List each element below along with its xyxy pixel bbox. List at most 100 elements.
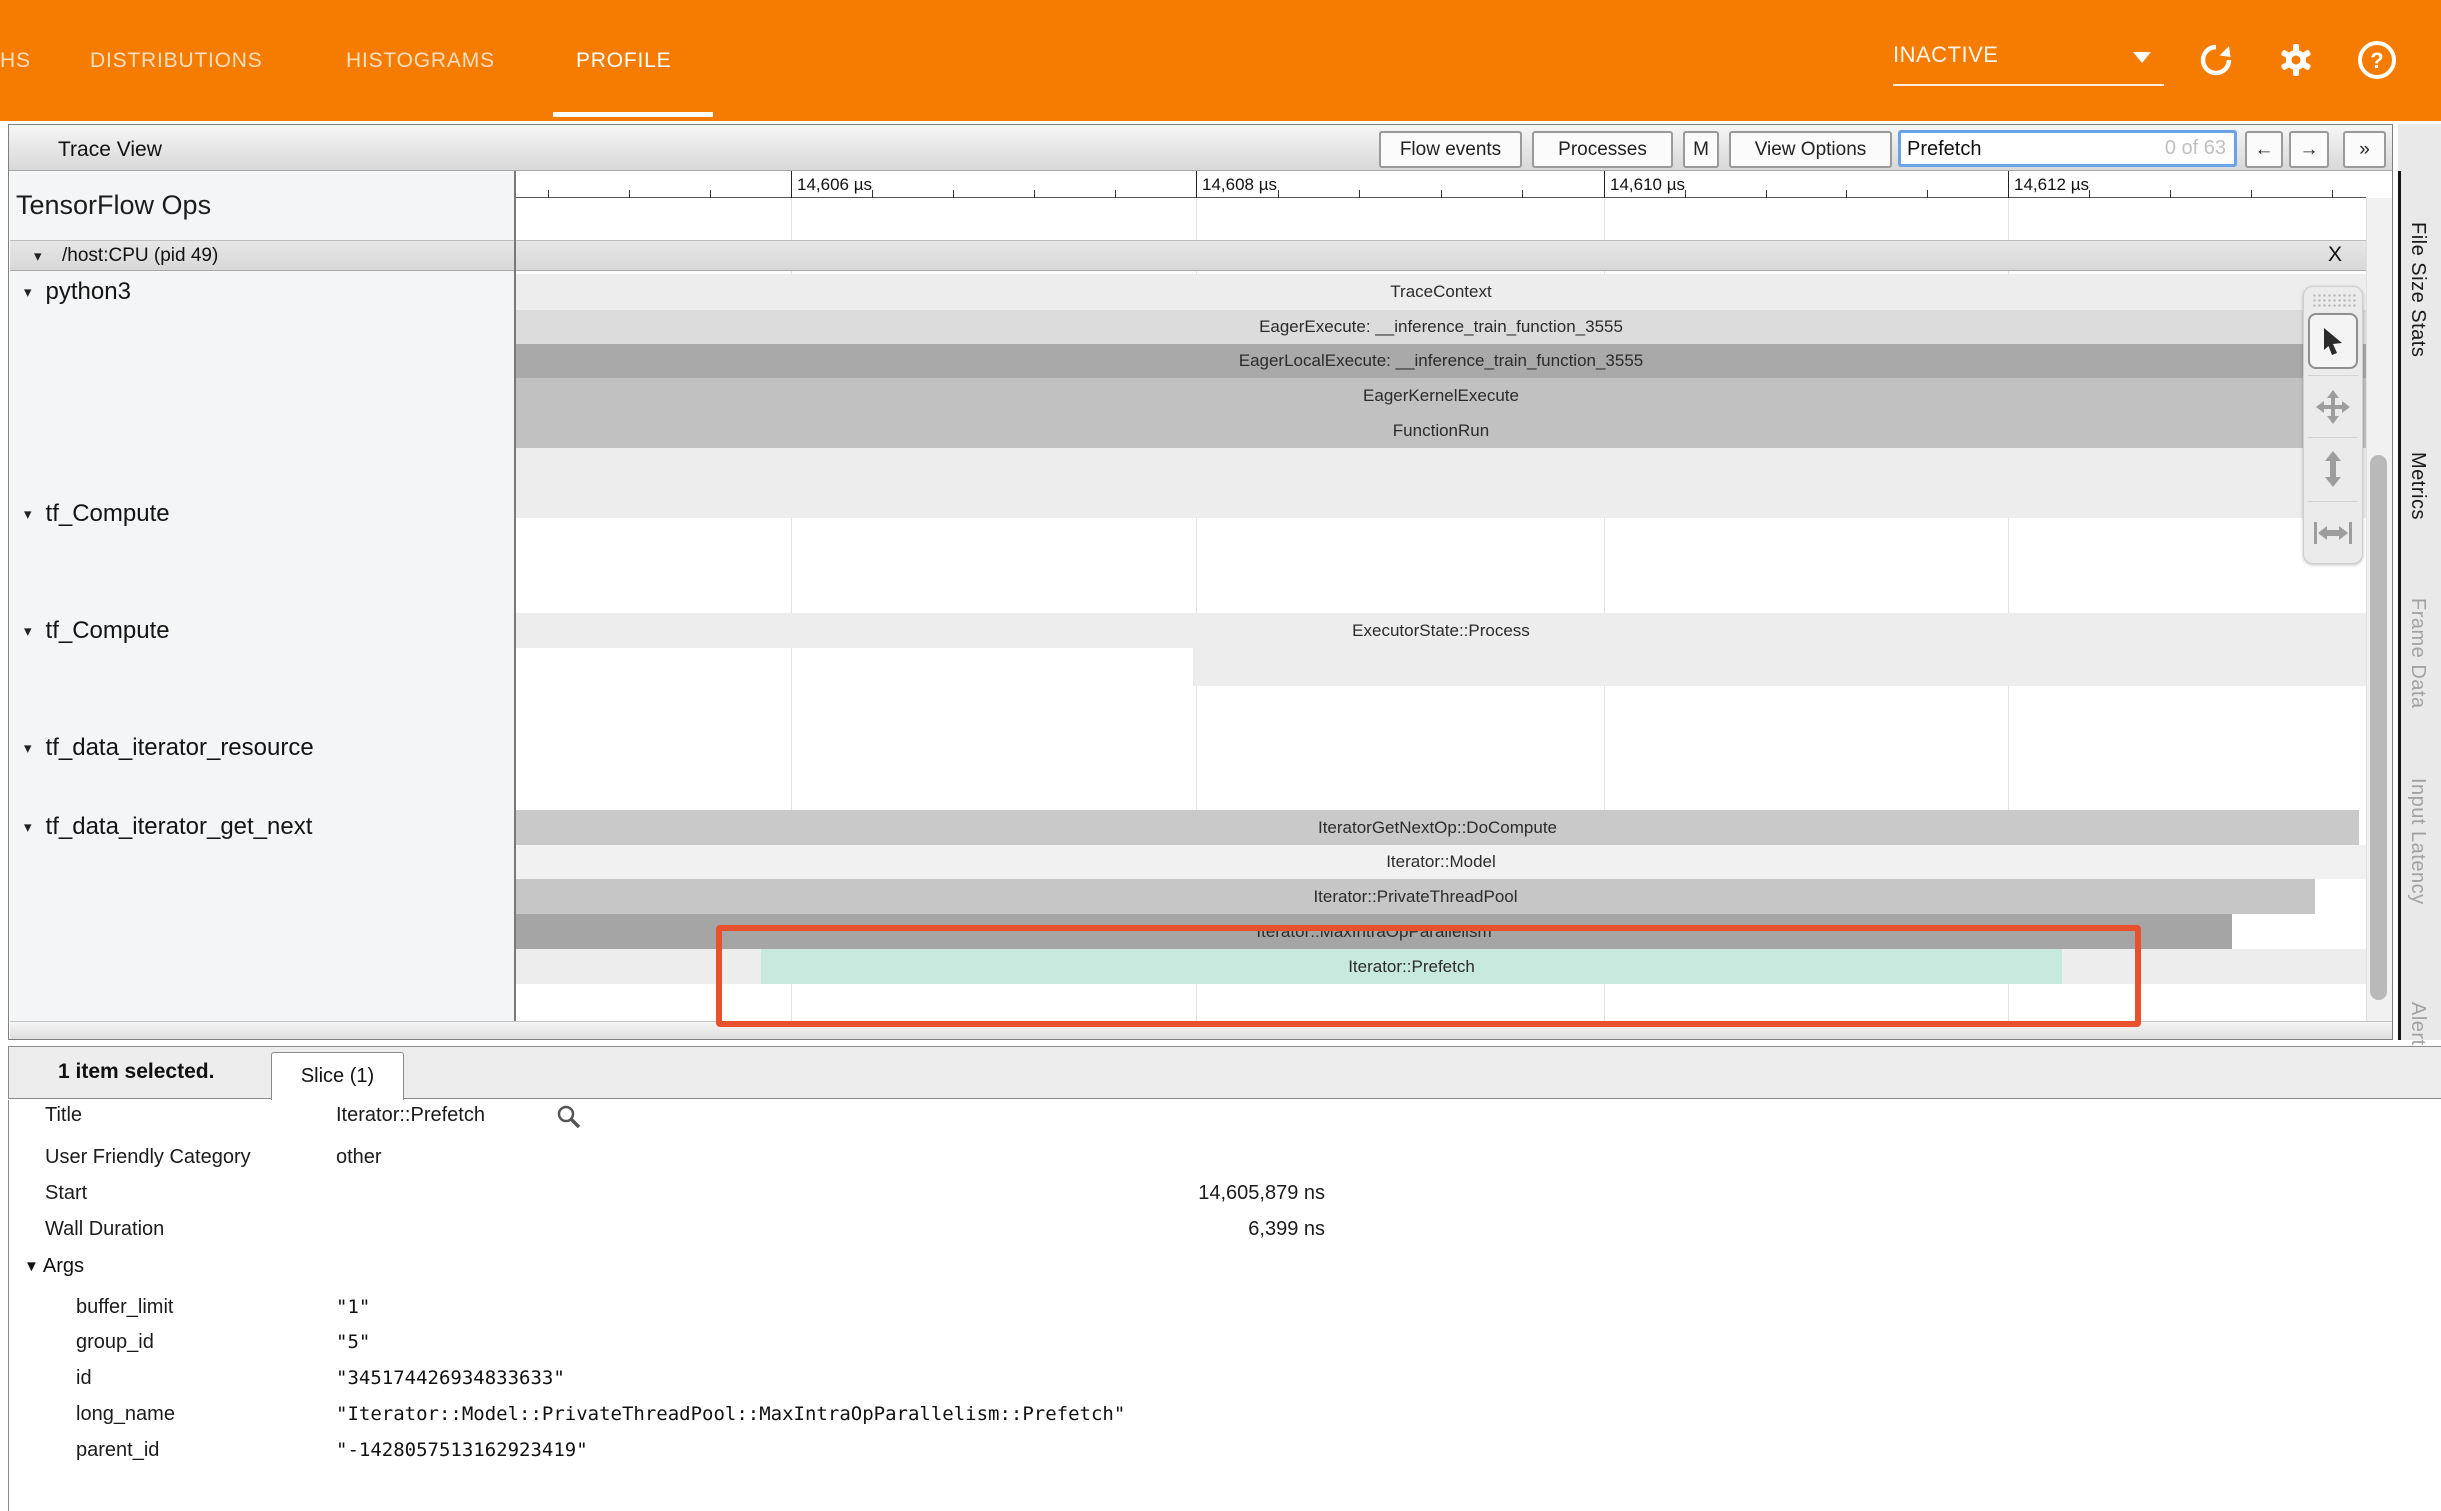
refresh-icon[interactable]	[2196, 40, 2236, 80]
right-tab-strip-border	[2398, 171, 2401, 1040]
detail-label-start: Start	[45, 1182, 87, 1205]
vertical-zoom-tool-button[interactable]	[2308, 441, 2358, 497]
trace-event[interactable]: EagerLocalExecute: __inference_train_fun…	[516, 344, 2366, 378]
tab-file-size-stats[interactable]: File Size Stats	[2406, 222, 2429, 357]
ruler-minor-tick	[1927, 190, 1928, 198]
tab-metrics[interactable]: Metrics	[2406, 452, 2429, 520]
ruler-major-tick	[2008, 171, 2009, 198]
expand-button[interactable]: »	[2343, 131, 2386, 168]
arg-key: long_name	[76, 1403, 175, 1426]
collapse-caret-icon[interactable]: ▾	[34, 247, 42, 265]
tab-input-latency[interactable]: Input Latency	[2406, 778, 2429, 905]
ruler-minor-tick	[953, 190, 954, 198]
next-result-button[interactable]: →	[2289, 131, 2329, 168]
arg-value: "1"	[336, 1296, 370, 1318]
tensorboard-profile-screen: HS DISTRIBUTIONS HISTOGRAMS PROFILE INAC…	[0, 0, 2441, 1511]
ruler-minor-tick	[1441, 190, 1442, 198]
caret-down-icon: ▾	[24, 283, 32, 301]
ruler-minor-tick	[872, 190, 873, 198]
magnifier-icon[interactable]	[556, 1104, 582, 1130]
caret-down-icon: ▾	[24, 505, 32, 523]
sidebar-heading: TensorFlow Ops	[16, 190, 211, 221]
ruler-minor-tick	[710, 190, 711, 198]
sidebar-item-tf-data-iterator-resource[interactable]: ▾ tf_data_iterator_resource	[24, 734, 314, 762]
trace-event-unlabeled[interactable]	[516, 448, 2366, 518]
trace-event[interactable]: ExecutorState::Process	[516, 613, 2366, 648]
arg-key: buffer_limit	[76, 1296, 173, 1319]
run-selector-dropdown[interactable]: INACTIVE	[1893, 40, 2164, 86]
run-selector-value: INACTIVE	[1893, 42, 1998, 68]
ruler-minor-tick	[2089, 190, 2090, 198]
arg-key: parent_id	[76, 1439, 159, 1462]
arg-value: "-1428057513162923419"	[336, 1439, 588, 1461]
args-section-toggle[interactable]: ▼ Args	[24, 1255, 84, 1278]
trace-event[interactable]: TraceContext	[516, 274, 2366, 310]
detail-value-title: Iterator::Prefetch	[336, 1104, 485, 1127]
help-icon[interactable]: ?	[2356, 39, 2398, 81]
svg-text:?: ?	[2370, 48, 2383, 73]
arg-key: group_id	[76, 1331, 154, 1354]
flow-events-button[interactable]: Flow events	[1379, 131, 1522, 168]
process-row-label: /host:CPU (pid 49)	[62, 245, 218, 267]
ruler-minor-tick	[1278, 190, 1279, 198]
trace-event[interactable]: IteratorGetNextOp::DoCompute	[516, 810, 2359, 845]
detail-label-category: User Friendly Category	[45, 1146, 251, 1169]
caret-down-icon: ▾	[24, 622, 32, 640]
ruler-minor-tick	[1766, 190, 1767, 198]
vertical-scrollbar-thumb[interactable]	[2370, 455, 2387, 1000]
gear-icon[interactable]	[2276, 40, 2316, 80]
horizontal-fit-tool-button[interactable]	[2308, 505, 2358, 561]
detail-value-category: other	[336, 1146, 382, 1169]
trace-event-unlabeled[interactable]	[1193, 648, 2366, 686]
process-row-host-cpu[interactable]: ▾ /host:CPU (pid 49) X	[10, 240, 2392, 271]
detail-value-wall-duration: 6,399 ns	[336, 1218, 1325, 1241]
close-icon[interactable]: X	[2328, 243, 2354, 267]
arg-value: "345174426934833633"	[336, 1367, 565, 1389]
ruler-minor-tick	[629, 190, 630, 198]
ruler-time-label: 14,606 µs	[797, 175, 872, 195]
tab-histograms[interactable]: HISTOGRAMS	[346, 0, 495, 121]
trace-event[interactable]: Iterator::Model	[516, 845, 2366, 879]
ruler-time-label: 14,608 µs	[1202, 175, 1277, 195]
ruler-major-tick	[1604, 171, 1605, 198]
select-tool-button[interactable]	[2308, 313, 2358, 369]
palette-drag-handle[interactable]	[2312, 293, 2356, 307]
tab-profile[interactable]: PROFILE	[576, 0, 671, 121]
ruler-major-tick	[791, 171, 792, 198]
tab-slice[interactable]: Slice (1)	[271, 1052, 404, 1100]
view-options-button[interactable]: View Options	[1729, 131, 1892, 168]
chevron-down-icon	[2133, 52, 2151, 63]
detail-label-title: Title	[45, 1104, 82, 1127]
trace-event[interactable]: EagerExecute: __inference_train_function…	[516, 310, 2366, 344]
tab-distributions[interactable]: DISTRIBUTIONS	[90, 0, 263, 121]
search-input[interactable]	[1905, 133, 2159, 166]
tab-frame-data[interactable]: Frame Data	[2406, 598, 2429, 709]
ruler-minor-tick	[1846, 190, 1847, 198]
ruler-minor-tick	[1685, 190, 1686, 198]
ruler-minor-tick	[1359, 190, 1360, 198]
tab-graphs-partial[interactable]: HS	[0, 0, 40, 121]
pan-tool-button[interactable]	[2308, 379, 2358, 435]
search-result-count: 0 of 63	[2165, 137, 2226, 160]
sidebar-item-tf-compute-1[interactable]: ▾ tf_Compute	[24, 500, 170, 528]
trace-event[interactable]: FunctionRun	[516, 413, 2366, 448]
detail-value-start: 14,605,879 ns	[336, 1182, 1325, 1205]
trace-event[interactable]: EagerKernelExecute	[516, 378, 2366, 413]
sidebar-item-tf-data-iterator-get-next[interactable]: ▾ tf_data_iterator_get_next	[24, 813, 312, 841]
processes-button[interactable]: Processes	[1532, 131, 1673, 168]
detail-label-wall-duration: Wall Duration	[45, 1218, 164, 1241]
sidebar-item-tf-compute-2[interactable]: ▾ tf_Compute	[24, 617, 170, 645]
app-header: HS DISTRIBUTIONS HISTOGRAMS PROFILE INAC…	[0, 0, 2441, 121]
ruler-minor-tick	[2251, 190, 2252, 198]
trace-event[interactable]: Iterator::PrivateThreadPool	[516, 879, 2315, 914]
triangle-down-icon: ▼	[24, 1258, 39, 1275]
run-selector-underline	[1893, 84, 2164, 86]
search-box: 0 of 63	[1898, 130, 2237, 167]
caret-down-icon: ▾	[24, 818, 32, 836]
m-button[interactable]: M	[1683, 131, 1719, 168]
sidebar-item-python3[interactable]: ▾ python3	[24, 278, 131, 306]
ruler-minor-tick	[2170, 190, 2171, 198]
ruler-minor-tick	[1115, 190, 1116, 198]
prev-result-button[interactable]: ←	[2245, 131, 2283, 168]
active-tab-underline	[553, 112, 713, 117]
